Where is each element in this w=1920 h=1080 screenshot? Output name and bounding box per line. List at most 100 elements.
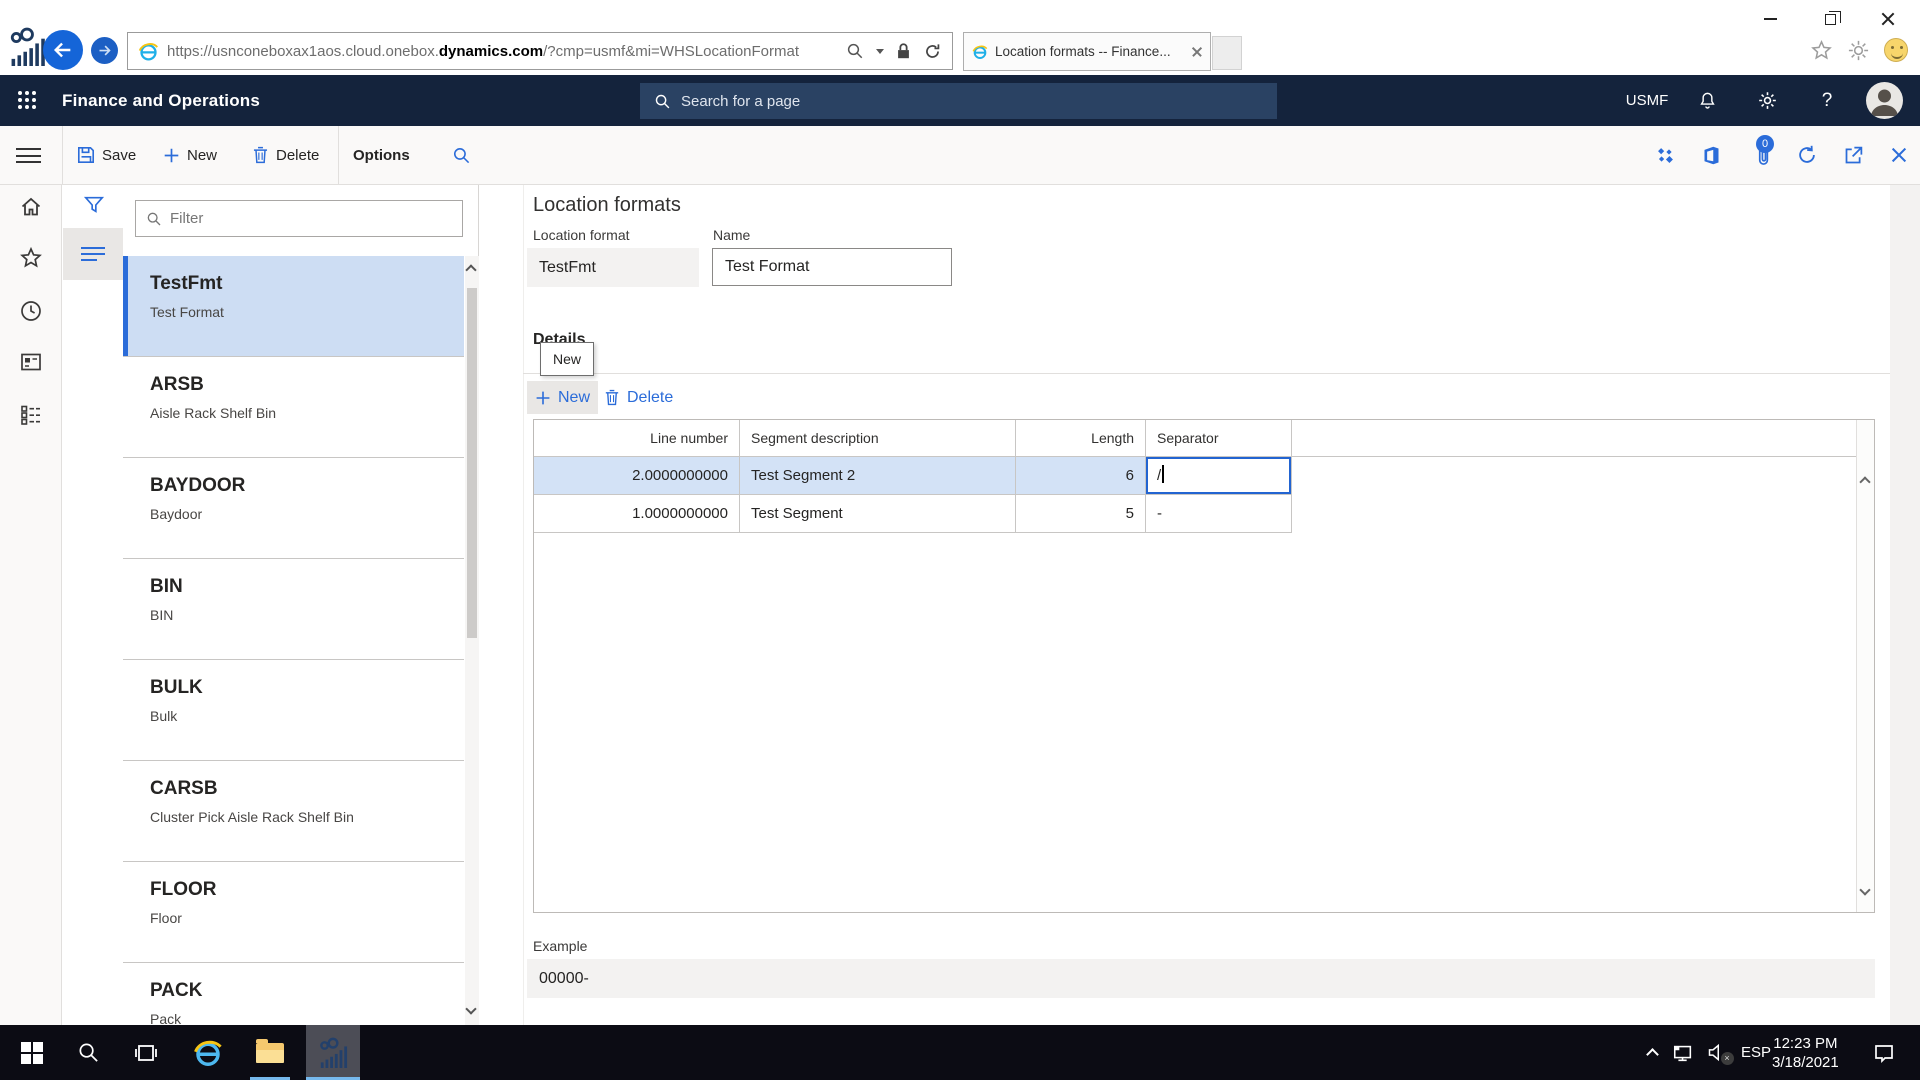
- network-icon[interactable]: [1668, 1025, 1698, 1080]
- taskbar-clock[interactable]: 12:23 PM 3/18/2021: [1772, 1025, 1839, 1080]
- close-icon: [1891, 147, 1907, 163]
- dynamics-app-logo-icon: [8, 26, 46, 68]
- scrollbar-thumb[interactable]: [467, 288, 477, 638]
- nav-rail: [0, 185, 62, 1025]
- list-item[interactable]: BULK Bulk: [123, 660, 464, 761]
- filter-box[interactable]: [135, 200, 463, 237]
- filter-funnel-icon[interactable]: [83, 194, 105, 216]
- filter-input[interactable]: [170, 210, 452, 227]
- refresh-icon[interactable]: [923, 42, 942, 61]
- grid-delete-button[interactable]: Delete: [596, 381, 681, 414]
- windows-logo-icon: [21, 1042, 43, 1064]
- waffle-menu-icon[interactable]: [18, 91, 38, 111]
- window-restore-button[interactable]: [1808, 6, 1852, 32]
- col-header-separator[interactable]: Separator: [1146, 420, 1292, 456]
- cell-separator[interactable]: -: [1146, 495, 1292, 533]
- cell-line-number[interactable]: 1.0000000000: [534, 495, 740, 533]
- delete-button[interactable]: Delete: [252, 126, 319, 184]
- company-picker[interactable]: USMF: [1620, 75, 1674, 126]
- save-disk-icon: [77, 146, 95, 164]
- taskbar-file-explorer-button[interactable]: [246, 1025, 294, 1080]
- window-minimize-button[interactable]: [1748, 6, 1792, 32]
- workspaces-icon[interactable]: [19, 350, 43, 374]
- cell-segment-description[interactable]: Test Segment: [740, 495, 1016, 533]
- list-item[interactable]: BAYDOOR Baydoor: [123, 458, 464, 559]
- home-icon[interactable]: [19, 195, 43, 219]
- language-indicator[interactable]: ESP: [1736, 1025, 1776, 1080]
- taskbar-search-button[interactable]: [66, 1025, 110, 1080]
- col-header-segment-description[interactable]: Segment description: [740, 420, 1016, 456]
- recent-clock-icon[interactable]: [19, 299, 43, 323]
- window-close-button[interactable]: [1866, 6, 1910, 32]
- action-center-button[interactable]: [1862, 1025, 1906, 1080]
- list-item[interactable]: PACK Pack: [123, 963, 464, 1025]
- taskbar-dynamics-button[interactable]: [306, 1025, 360, 1080]
- taskbar-ie-button[interactable]: [184, 1025, 232, 1080]
- actionbar-search-icon[interactable]: [452, 126, 471, 184]
- help-button[interactable]: ?: [1812, 75, 1842, 126]
- new-tab-button[interactable]: [1212, 36, 1242, 70]
- search-dropdown-icon[interactable]: [876, 49, 884, 54]
- attachments-button[interactable]: 0: [1744, 126, 1784, 184]
- list-item[interactable]: TestFmt Test Format: [123, 256, 464, 357]
- grid-row[interactable]: 1.0000000000 Test Segment 5 -: [534, 495, 1874, 533]
- scroll-up-icon[interactable]: [1859, 476, 1870, 487]
- name-input[interactable]: [712, 248, 952, 286]
- action-bar: Save New Delete Options 0: [0, 126, 1920, 185]
- list-scrollbar[interactable]: [465, 256, 479, 1025]
- browser-tab[interactable]: Location formats -- Finance...: [963, 32, 1211, 71]
- search-icon: [77, 1041, 100, 1064]
- tab-close-icon[interactable]: [1192, 47, 1202, 57]
- scroll-down-icon[interactable]: [1859, 884, 1870, 895]
- col-header-line-number[interactable]: Line number: [534, 420, 740, 456]
- volume-muted-icon[interactable]: ×: [1700, 1025, 1732, 1080]
- grid-scrollbar[interactable]: [1856, 420, 1874, 912]
- address-bar[interactable]: https://usnconeboxax1aos.cloud.onebox.dy…: [127, 32, 953, 70]
- list-item[interactable]: ARSB Aisle Rack Shelf Bin: [123, 357, 464, 458]
- notifications-bell-icon[interactable]: [1692, 75, 1722, 126]
- power-apps-icon[interactable]: [1648, 126, 1682, 184]
- cell-length[interactable]: 6: [1016, 457, 1146, 495]
- location-format-field[interactable]: TestFmt: [527, 248, 699, 287]
- page-search-box[interactable]: [640, 83, 1277, 119]
- ie-icon: [972, 44, 988, 60]
- cell-separator-editing[interactable]: /: [1146, 457, 1292, 495]
- favorites-star-icon[interactable]: [19, 246, 43, 270]
- cell-line-number[interactable]: 2.0000000000: [534, 457, 740, 495]
- settings-gear-icon[interactable]: [1752, 75, 1782, 126]
- cell-segment-description[interactable]: Test Segment 2: [740, 457, 1016, 495]
- page-search-input[interactable]: [681, 93, 1263, 110]
- user-avatar[interactable]: [1866, 82, 1903, 119]
- modules-list-icon[interactable]: [19, 403, 43, 427]
- task-view-button[interactable]: [124, 1025, 168, 1080]
- list-view-toggle-button[interactable]: [63, 228, 123, 280]
- office-icon[interactable]: [1694, 126, 1728, 184]
- location-format-label: Location format: [533, 227, 630, 243]
- cell-length[interactable]: 5: [1016, 495, 1146, 533]
- browser-settings-gear-icon[interactable]: [1847, 39, 1870, 62]
- tray-expand-chevron-icon[interactable]: [1638, 1025, 1666, 1080]
- scroll-up-icon[interactable]: [465, 264, 476, 275]
- grid-new-button[interactable]: New: [527, 381, 598, 414]
- browser-forward-button[interactable]: [91, 37, 118, 64]
- options-menu[interactable]: Options: [353, 126, 410, 184]
- browser-back-button[interactable]: [43, 30, 83, 70]
- open-in-new-window-button[interactable]: [1836, 126, 1870, 184]
- scroll-down-icon[interactable]: [465, 1003, 476, 1014]
- new-button[interactable]: New: [163, 126, 217, 184]
- list-item[interactable]: FLOOR Floor: [123, 862, 464, 963]
- list-item[interactable]: CARSB Cluster Pick Aisle Rack Shelf Bin: [123, 761, 464, 862]
- refresh-button[interactable]: [1790, 126, 1824, 184]
- search-icon[interactable]: [846, 42, 864, 60]
- favorites-star-icon[interactable]: [1810, 39, 1833, 62]
- save-button[interactable]: Save: [77, 126, 136, 184]
- close-page-button[interactable]: [1882, 126, 1916, 184]
- dynamics-app-icon: [318, 1037, 348, 1069]
- grid-row[interactable]: 2.0000000000 Test Segment 2 6 /: [534, 457, 1874, 495]
- nav-hamburger-icon[interactable]: [16, 148, 41, 163]
- tab-title: Location formats -- Finance...: [995, 44, 1185, 59]
- start-button[interactable]: [10, 1025, 54, 1080]
- col-header-length[interactable]: Length: [1016, 420, 1146, 456]
- feedback-smiley-icon[interactable]: [1884, 38, 1908, 62]
- list-item[interactable]: BIN BIN: [123, 559, 464, 660]
